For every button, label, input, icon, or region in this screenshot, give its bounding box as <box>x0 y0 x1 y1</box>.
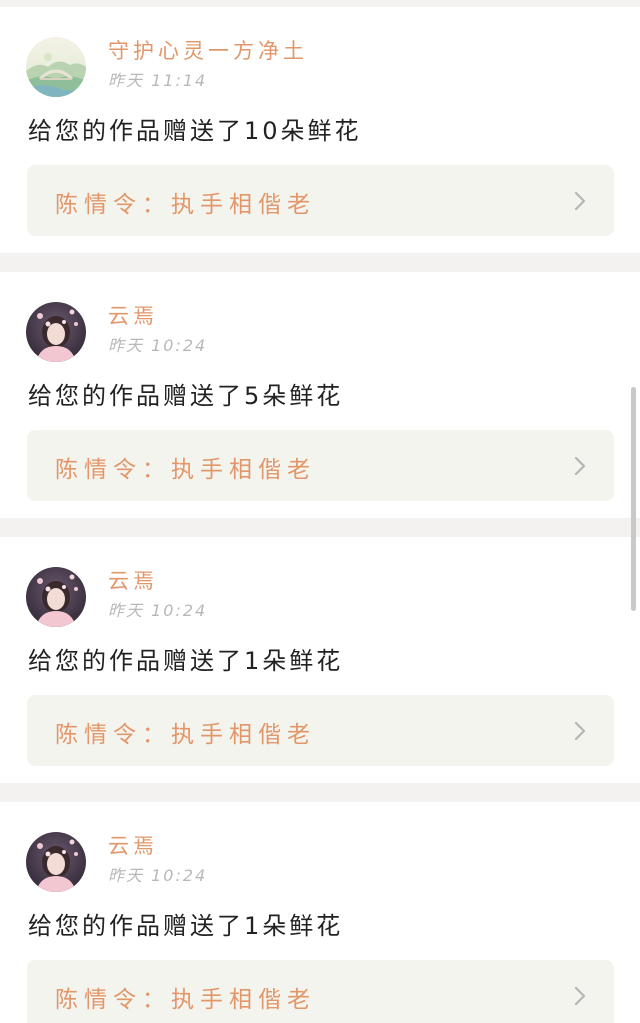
notification-card: 云焉 昨天 10:24 给您的作品赠送了1朵鲜花 陈情令：执手相偕老 <box>0 802 640 1023</box>
chevron-right-icon <box>574 191 586 211</box>
girl-avatar-icon <box>26 302 86 362</box>
chevron-right-icon <box>574 721 586 741</box>
girl-avatar-icon <box>26 832 86 892</box>
notification-card: 云焉 昨天 10:24 给您的作品赠送了1朵鲜花 陈情令：执手相偕老 <box>0 537 640 783</box>
user-name[interactable]: 云焉 <box>108 565 158 595</box>
landscape-avatar-icon <box>26 37 86 97</box>
user-name[interactable]: 守护心灵一方净土 <box>108 35 308 65</box>
gift-message: 给您的作品赠送了5朵鲜花 <box>28 382 344 410</box>
timestamp: 昨天 10:24 <box>108 336 208 355</box>
avatar[interactable] <box>26 567 86 627</box>
notification-feed: 守护心灵一方净土 昨天 11:14 给您的作品赠送了10朵鲜花 陈情令：执手相偕… <box>0 0 640 1023</box>
work-link[interactable]: 陈情令：执手相偕老 <box>27 695 614 766</box>
work-title: 陈情令：执手相偕老 <box>55 722 316 748</box>
work-link[interactable]: 陈情令：执手相偕老 <box>27 960 614 1023</box>
notification-card: 守护心灵一方净土 昨天 11:14 给您的作品赠送了10朵鲜花 陈情令：执手相偕… <box>0 7 640 253</box>
work-link[interactable]: 陈情令：执手相偕老 <box>27 430 614 501</box>
avatar[interactable] <box>26 37 86 97</box>
chevron-right-icon <box>574 456 586 476</box>
timestamp: 昨天 11:14 <box>108 71 208 90</box>
gift-message: 给您的作品赠送了1朵鲜花 <box>28 912 344 940</box>
gift-message: 给您的作品赠送了1朵鲜花 <box>28 647 344 675</box>
work-title: 陈情令：执手相偕老 <box>55 987 316 1013</box>
work-title: 陈情令：执手相偕老 <box>55 192 316 218</box>
chevron-right-icon <box>574 986 586 1006</box>
user-name[interactable]: 云焉 <box>108 830 158 860</box>
avatar[interactable] <box>26 832 86 892</box>
user-name[interactable]: 云焉 <box>108 300 158 330</box>
girl-avatar-icon <box>26 567 86 627</box>
avatar[interactable] <box>26 302 86 362</box>
gift-message: 给您的作品赠送了10朵鲜花 <box>28 117 362 145</box>
timestamp: 昨天 10:24 <box>108 866 208 885</box>
notification-card: 云焉 昨天 10:24 给您的作品赠送了5朵鲜花 陈情令：执手相偕老 <box>0 272 640 518</box>
work-link[interactable]: 陈情令：执手相偕老 <box>27 165 614 236</box>
scrollbar[interactable] <box>631 387 636 611</box>
work-title: 陈情令：执手相偕老 <box>55 457 316 483</box>
timestamp: 昨天 10:24 <box>108 601 208 620</box>
